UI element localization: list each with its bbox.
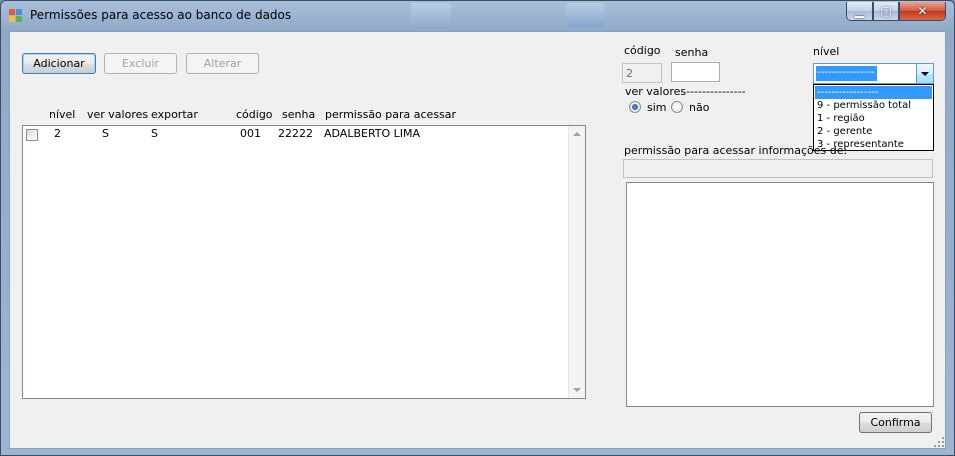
radio-sim-label[interactable]: sim [647,101,667,114]
cell-exportar: S [151,127,158,140]
column-header-exportar: exportar [151,108,198,121]
column-header-senha: senha [282,108,316,121]
cell-ver-valores: S [102,127,109,140]
radio-nao[interactable] [671,101,683,113]
nivel-select[interactable]: ----------------- [813,63,934,84]
scroll-up-icon[interactable] [573,132,581,136]
perm-info-field[interactable] [623,159,933,178]
resize-grip-icon[interactable] [934,437,944,447]
cell-senha: 22222 [278,127,313,140]
column-header-ver-valores: ver valores [87,108,149,121]
add-button[interactable]: Adicionar [22,53,96,74]
delete-button[interactable]: Excluir [104,53,177,74]
window-title: Permissões para acesso ao banco de dados [30,8,292,22]
column-header-codigo: código [236,108,273,121]
cell-permissao: ADALBERTO LIMA [324,127,421,140]
cell-codigo: 001 [240,127,261,140]
dropdown-arrow-icon [921,72,929,76]
column-header-nivel: nível [49,108,76,121]
permissions-list[interactable]: 2 S S 001 22222 ADALBERTO LIMA [22,125,586,399]
app-icon[interactable] [9,9,23,23]
row-checkbox[interactable] [26,129,38,141]
column-header-permissao: permissão para acessar [325,108,457,121]
radio-nao-label[interactable]: não [689,101,709,114]
nivel-option[interactable]: 1 - região [815,112,932,125]
client-area: Adicionar Excluir Alterar nível ver valo… [9,31,946,449]
minimize-icon: ▁ [854,4,865,18]
nivel-label: nível [813,45,840,58]
title-bar[interactable]: Permissões para acesso ao banco de dados… [1,1,954,31]
nivel-option[interactable]: 9 - permissão total [815,99,932,112]
nivel-option[interactable]: 2 - gerente [815,125,932,138]
edit-button[interactable]: Alterar [186,53,259,74]
radio-sim[interactable] [629,101,641,113]
dropdown-arrow-button[interactable] [916,64,933,83]
confirm-button[interactable]: Confirma [859,412,932,433]
ver-valores-label: ver valores--------------- [625,85,746,98]
nivel-selected-value: ----------------- [816,66,877,81]
list-item[interactable]: 2 S S 001 22222 ADALBERTO LIMA [23,126,568,142]
maximize-icon: ▢ [880,4,892,18]
background-decor [566,3,604,27]
senha-label: senha [675,46,709,59]
app-window: Permissões para acesso ao banco de dados… [0,0,955,456]
codigo-label: código [624,44,661,57]
codigo-field[interactable]: 2 [622,63,662,83]
cell-nivel: 2 [54,127,61,140]
close-icon: ✕ [917,4,928,18]
nivel-option[interactable]: ----------------- [815,86,932,99]
nivel-dropdown-list[interactable]: ----------------- 9 - permissão total 1 … [813,84,934,151]
perm-info-label: permissão para acessar informações de: [624,144,848,157]
background-decor [411,3,451,27]
maximize-button[interactable]: ▢ [873,2,899,21]
close-button[interactable]: ✕ [899,2,946,21]
scroll-down-icon[interactable] [573,388,581,392]
vertical-scrollbar[interactable] [568,126,585,398]
perm-info-textarea[interactable] [626,182,934,407]
senha-field[interactable] [671,62,720,82]
minimize-button[interactable]: ▁ [846,2,873,21]
